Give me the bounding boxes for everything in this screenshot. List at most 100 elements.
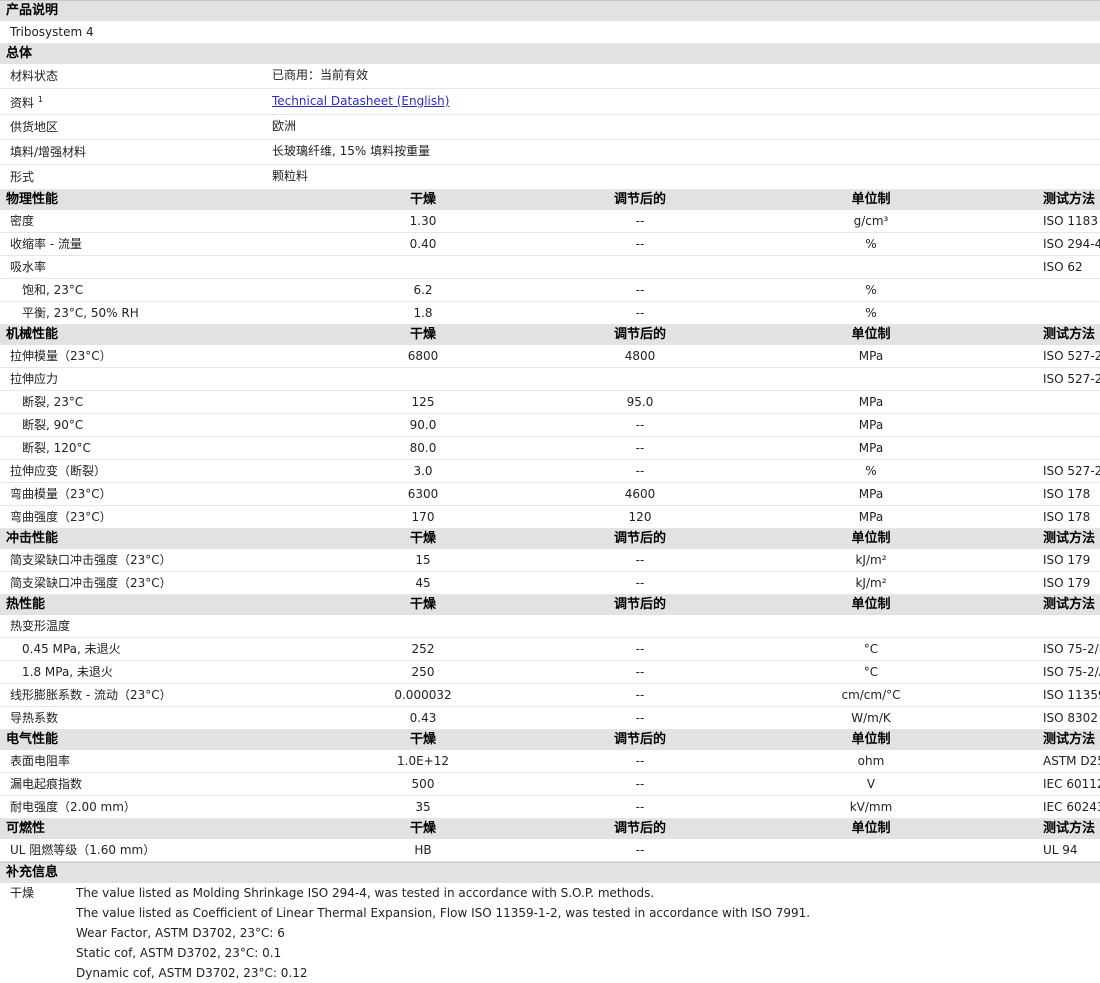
test-method bbox=[1038, 302, 1100, 325]
general-label-cell: 形式 bbox=[0, 165, 270, 190]
unit-value: MPa bbox=[704, 437, 1038, 460]
conditioned-col-header: 调节后的 bbox=[576, 529, 704, 550]
property-name: 0.45 MPa, 未退火 bbox=[0, 638, 270, 661]
unit-value: MPa bbox=[704, 345, 1038, 368]
dry-value: 125 bbox=[270, 391, 576, 414]
test-method: ISO 11359-2 bbox=[1038, 684, 1100, 707]
test-method: ISO 1183 bbox=[1038, 210, 1100, 233]
conditioned-value: 4800 bbox=[576, 345, 704, 368]
unit-value: MPa bbox=[704, 483, 1038, 506]
test-method: ISO 75-2/A bbox=[1038, 661, 1100, 684]
datasheet-body: 产品说明 Tribosystem 4 总体 材料状态●已商用：当前有效资料 1●… bbox=[0, 1, 1100, 862]
method-col-header: 测试方法 bbox=[1038, 819, 1100, 840]
property-row: 0.45 MPa, 未退火252--°CISO 75-2/B bbox=[0, 638, 1100, 661]
general-label: 供货地区 bbox=[10, 120, 58, 134]
general-label: 形式 bbox=[10, 170, 34, 184]
dry-value: 3.0 bbox=[270, 460, 576, 483]
unit-value: % bbox=[704, 460, 1038, 483]
conditioned-value bbox=[576, 368, 704, 391]
unit-col-header: 单位制 bbox=[704, 190, 1038, 211]
property-row: 断裂, 90°C90.0--MPa bbox=[0, 414, 1100, 437]
property-name: 1.8 MPa, 未退火 bbox=[0, 661, 270, 684]
test-method bbox=[1038, 414, 1100, 437]
note-row: Wear Factor, ASTM D3702, 23°C: 6 bbox=[0, 923, 1100, 943]
property-name: 漏电起痕指数 bbox=[0, 773, 270, 796]
section-title: 机械性能 bbox=[0, 325, 270, 346]
conditioned-col-header: 调节后的 bbox=[576, 819, 704, 840]
general-value-cell: ●欧洲 bbox=[270, 115, 1100, 140]
method-col-header: 测试方法 bbox=[1038, 190, 1100, 211]
general-value-cell: ●已商用：当前有效 bbox=[270, 64, 1100, 89]
property-row: 收缩率 - 流量0.40--%ISO 294-4 bbox=[0, 233, 1100, 256]
product-name: Tribosystem 4 bbox=[0, 21, 1100, 44]
conditioned-value: 95.0 bbox=[576, 391, 704, 414]
dry-col-header: 干燥 bbox=[270, 595, 576, 616]
general-value: 已商用：当前有效 bbox=[272, 68, 368, 82]
test-method bbox=[1038, 391, 1100, 414]
test-method: ISO 294-4 bbox=[1038, 233, 1100, 256]
unit-value: % bbox=[704, 279, 1038, 302]
general-value: 长玻璃纤维, 15% 填料按重量 bbox=[272, 144, 430, 158]
dry-col-header: 干燥 bbox=[270, 730, 576, 751]
dry-value: HB bbox=[270, 839, 576, 862]
unit-col-header: 单位制 bbox=[704, 819, 1038, 840]
property-row: 导热系数0.43--W/m/KISO 8302 bbox=[0, 707, 1100, 730]
section-title: 物理性能 bbox=[0, 190, 270, 211]
conditioned-col-header: 调节后的 bbox=[576, 595, 704, 616]
dry-value: 170 bbox=[270, 506, 576, 529]
test-method: IEC 60243-1 bbox=[1038, 796, 1100, 819]
dry-value bbox=[270, 256, 576, 279]
general-value-wrap: ●长玻璃纤维, 15% 填料按重量 bbox=[270, 144, 430, 158]
test-method: ASTM D257 bbox=[1038, 750, 1100, 773]
dry-value: 35 bbox=[270, 796, 576, 819]
method-col-header: 测试方法 bbox=[1038, 595, 1100, 616]
note-label bbox=[0, 963, 76, 983]
general-header-row: 总体 bbox=[0, 44, 1100, 65]
note-text: The value listed as Molding Shrinkage IS… bbox=[76, 883, 1100, 903]
datasheet-table: 产品说明 Tribosystem 4 总体 材料状态●已商用：当前有效资料 1●… bbox=[0, 0, 1100, 862]
general-value-wrap: ●已商用：当前有效 bbox=[270, 68, 368, 82]
notes-header-row: 补充信息 bbox=[0, 863, 1100, 884]
conditioned-col-header: 调节后的 bbox=[576, 325, 704, 346]
property-name: 热变形温度 bbox=[0, 615, 270, 638]
dry-value: 0.43 bbox=[270, 707, 576, 730]
dry-value: 45 bbox=[270, 572, 576, 595]
dry-value: 90.0 bbox=[270, 414, 576, 437]
property-row: 断裂, 120°C80.0--MPa bbox=[0, 437, 1100, 460]
test-method bbox=[1038, 279, 1100, 302]
dry-value: 6800 bbox=[270, 345, 576, 368]
property-row: 简支梁缺口冲击强度（23°C）15--kJ/m²ISO 179 bbox=[0, 549, 1100, 572]
general-row: 材料状态●已商用：当前有效 bbox=[0, 64, 1100, 89]
dry-value: 500 bbox=[270, 773, 576, 796]
property-name: 收缩率 - 流量 bbox=[0, 233, 270, 256]
technical-datasheet-link[interactable]: Technical Datasheet (English) bbox=[272, 94, 449, 108]
note-row: 干燥The value listed as Molding Shrinkage … bbox=[0, 883, 1100, 903]
general-value-cell: ●长玻璃纤维, 15% 填料按重量 bbox=[270, 140, 1100, 165]
product-header-row: 产品说明 bbox=[0, 1, 1100, 22]
general-row: 填料/增强材料●长玻璃纤维, 15% 填料按重量 bbox=[0, 140, 1100, 165]
conditioned-value: -- bbox=[576, 707, 704, 730]
dry-value: 0.40 bbox=[270, 233, 576, 256]
property-name: 拉伸应力 bbox=[0, 368, 270, 391]
footnote-marker: 1 bbox=[38, 95, 43, 104]
property-name: 密度 bbox=[0, 210, 270, 233]
test-method: ISO 527-2 bbox=[1038, 460, 1100, 483]
dry-value: 80.0 bbox=[270, 437, 576, 460]
unit-value: MPa bbox=[704, 506, 1038, 529]
note-label bbox=[0, 923, 76, 943]
dry-value: 6300 bbox=[270, 483, 576, 506]
section-header-row: 电气性能干燥调节后的单位制测试方法 bbox=[0, 730, 1100, 751]
dry-col-header: 干燥 bbox=[270, 819, 576, 840]
conditioned-value: -- bbox=[576, 839, 704, 862]
general-value-wrap: ●欧洲 bbox=[270, 119, 296, 133]
property-name: 拉伸模量（23°C） bbox=[0, 345, 270, 368]
general-value: 颗粒料 bbox=[272, 169, 308, 183]
general-row: 资料 1●Technical Datasheet (English) bbox=[0, 89, 1100, 115]
unit-value: V bbox=[704, 773, 1038, 796]
notes-body: 补充信息 干燥The value listed as Molding Shrin… bbox=[0, 863, 1100, 983]
unit-col-header: 单位制 bbox=[704, 325, 1038, 346]
note-text: Wear Factor, ASTM D3702, 23°C: 6 bbox=[76, 923, 1100, 943]
method-col-header: 测试方法 bbox=[1038, 325, 1100, 346]
general-value-cell: ●颗粒料 bbox=[270, 165, 1100, 190]
test-method: UL 94 bbox=[1038, 839, 1100, 862]
